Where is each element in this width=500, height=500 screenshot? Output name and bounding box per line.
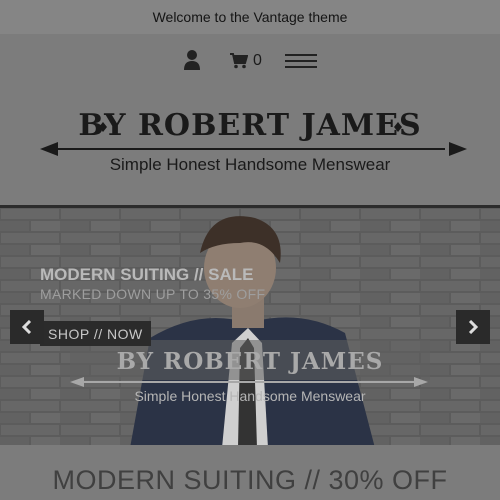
cart-icon [230,53,248,69]
chevron-right-icon [468,320,479,334]
hero-overlay-tagline: Simple Honest Handsome Menswear [134,388,366,404]
slider-next-button[interactable] [456,310,490,344]
shop-now-button[interactable]: SHOP // NOW [40,321,151,346]
brand-name: BY ROBERT JAMES [78,108,422,143]
user-icon[interactable] [183,49,201,71]
hero-title: MODERN SUITING // SALE [40,265,254,284]
cart-count: 0 [253,52,262,69]
cart-button[interactable]: 0 [230,50,262,72]
announcement-text: Welcome to the Vantage theme [152,9,348,25]
hamburger-menu-icon[interactable] [285,53,317,69]
hero-slider[interactable]: MODERN SUITING // SALE MARKED DOWN UP TO… [0,205,500,445]
slider-prev-button[interactable] [10,310,44,344]
announcement-bar: Welcome to the Vantage theme [0,0,500,34]
brand-logo[interactable]: BY ROBERT JAMES Simple Honest Handsome M… [0,100,500,200]
hero-subtitle: MARKED DOWN UP TO 35% OFF [40,286,266,302]
chevron-left-icon [21,320,32,334]
brand-tagline: Simple Honest Handsome Menswear [109,155,391,174]
promo-heading: MODERN SUITING // 30% OFF [52,465,448,495]
hero-overlay-brand: BY ROBERT JAMES [116,348,384,375]
